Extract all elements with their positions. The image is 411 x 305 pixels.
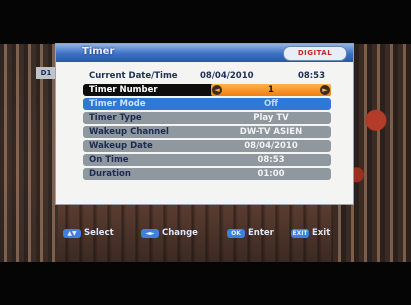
duration-value: 01:00 [257,169,285,179]
timer-type-label: Timer Type [89,113,142,123]
enter-hint-label: Enter [248,228,274,238]
current-datetime-label: Current Date/Time [89,71,178,81]
current-datetime-row: Current Date/Time 08/04/2010 08:53 [83,70,331,82]
side-tab: D1 [36,67,56,79]
wakeup-date-label: Wakeup Date [89,141,153,151]
left-right-key-icon: ◄► [141,228,159,238]
timer-mode-label: Timer Mode [89,99,146,109]
duration-label: Duration [89,169,131,179]
timer-dialog: Timer DIGITAL Current Date/Time 08/04/20… [55,43,354,205]
on-time-value: 08:53 [257,155,285,165]
timer-mode-value: Off [263,99,279,109]
enter-hint: OK Enter [227,227,274,239]
dialog-title: Timer [82,46,115,57]
timer-mode-row[interactable]: Timer Mode Off [83,98,331,110]
ok-key-icon: OK [227,228,245,238]
change-hint: ◄► Change [141,227,198,239]
timer-type-value: Play TV [253,113,289,123]
wakeup-date-row[interactable]: Wakeup Date 08/04/2010 [83,140,331,152]
up-down-key-icon: ▲▼ [63,228,81,238]
timer-type-row[interactable]: Timer Type Play TV [83,112,331,124]
timer-number-row[interactable]: Timer Number ◄ 1 ► [83,84,331,96]
timer-number-value: 1 [268,85,274,95]
select-hint-label: Select [84,228,114,238]
on-time-label: On Time [89,155,129,165]
arrow-left-icon[interactable]: ◄ [212,85,222,95]
on-time-row[interactable]: On Time 08:53 [83,154,331,166]
wakeup-channel-label: Wakeup Channel [89,127,169,137]
exit-key-icon: EXIT [291,228,309,238]
arrow-right-icon[interactable]: ► [320,85,330,95]
key-hints-bar: ▲▼ Select ◄► Change OK Enter EXIT Exit [55,227,352,241]
exit-hint: EXIT Exit [291,227,330,239]
wakeup-date-value: 08/04/2010 [244,141,298,151]
change-hint-label: Change [162,228,198,238]
current-time-value: 08:53 [297,71,325,81]
current-date-value: 08/04/2010 [200,71,254,81]
duration-row[interactable]: Duration 01:00 [83,168,331,180]
timer-number-selector[interactable]: ◄ 1 ► [211,84,331,96]
timer-number-label: Timer Number [89,85,158,95]
exit-hint-label: Exit [312,228,331,238]
brand-logo: DIGITAL [283,46,347,61]
wakeup-channel-value: DW-TV ASIEN [239,127,303,137]
dialog-header: Timer DIGITAL [56,44,353,62]
wakeup-channel-row[interactable]: Wakeup Channel DW-TV ASIEN [83,126,331,138]
select-hint: ▲▼ Select [63,227,114,239]
